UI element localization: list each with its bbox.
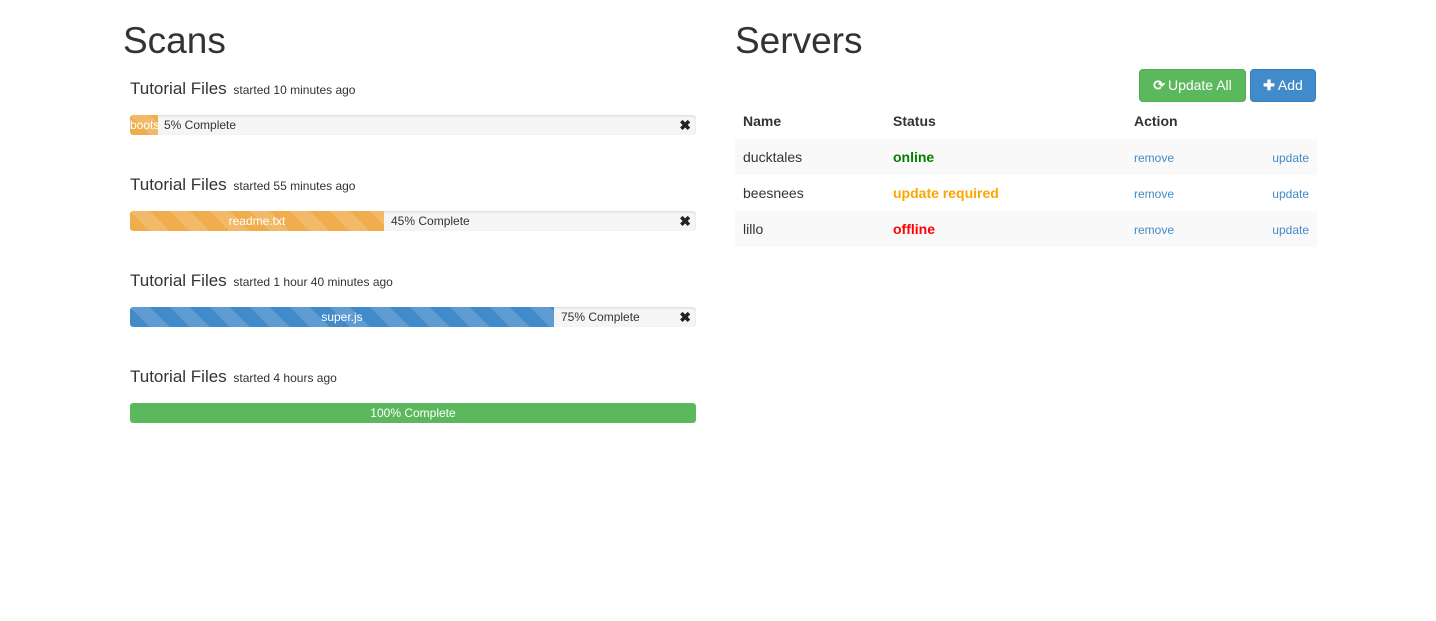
progress-fill: readme.txt — [130, 211, 384, 231]
plus-icon: ✚ — [1263, 77, 1275, 93]
table-row: lillo offline remove update — [735, 211, 1317, 247]
progress-text: 75% Complete — [561, 310, 640, 324]
close-icon[interactable]: ✖ — [679, 213, 691, 229]
scan-item: Tutorial Files started 1 hour 40 minutes… — [130, 271, 697, 327]
progress-text: 45% Complete — [391, 214, 470, 228]
scan-started: started 4 hours ago — [233, 371, 337, 385]
scan-name: Tutorial Files — [130, 271, 227, 290]
close-icon[interactable]: ✖ — [679, 117, 691, 133]
server-status: update required — [893, 185, 999, 201]
remove-link[interactable]: remove — [1134, 223, 1174, 237]
update-all-button[interactable]: ⟳ Update All — [1139, 69, 1246, 102]
action-column-header: Action — [1134, 113, 1178, 129]
scan-item: Tutorial Files started 10 minutes ago bo… — [130, 79, 697, 135]
progress-text: 100% Complete — [370, 406, 456, 420]
add-label: Add — [1277, 77, 1303, 93]
name-column-header: Name — [743, 113, 782, 129]
progress-fill: super.js — [130, 307, 554, 327]
table-row: ducktales online remove update — [735, 139, 1317, 175]
scan-started: started 10 minutes ago — [233, 83, 356, 97]
update-link[interactable]: update — [1272, 187, 1309, 201]
scan-title: Tutorial Files started 10 minutes ago — [130, 79, 697, 100]
server-status: offline — [893, 221, 935, 237]
scan-started: started 55 minutes ago — [233, 179, 356, 193]
scan-item: Tutorial Files started 55 minutes ago re… — [130, 175, 697, 231]
status-column-header: Status — [893, 113, 936, 129]
remove-link[interactable]: remove — [1134, 187, 1174, 201]
server-name: ducktales — [743, 149, 803, 165]
table-header-row: Name Status Action — [735, 103, 1317, 139]
progress-file: super.js — [321, 310, 363, 324]
remove-link[interactable]: remove — [1134, 151, 1174, 165]
scan-title: Tutorial Files started 55 minutes ago — [130, 175, 697, 196]
servers-table: Name Status Action ducktales online remo… — [735, 103, 1317, 247]
update-all-label: Update All — [1167, 77, 1232, 93]
scan-title: Tutorial Files started 1 hour 40 minutes… — [130, 271, 697, 292]
scan-progress-bar: super.js 75% Complete ✖ — [130, 307, 696, 327]
add-button[interactable]: ✚ Add — [1250, 69, 1316, 102]
scan-progress-bar: 100% Complete — [130, 403, 696, 423]
table-row: beesnees update required remove update — [735, 175, 1317, 211]
scan-progress-bar: boots 5% Complete ✖ — [130, 115, 696, 135]
scan-item: Tutorial Files started 4 hours ago 100% … — [130, 367, 697, 423]
update-link[interactable]: update — [1272, 151, 1309, 165]
progress-file: boots — [130, 118, 158, 132]
scan-title: Tutorial Files started 4 hours ago — [130, 367, 697, 388]
scan-progress-bar: readme.txt 45% Complete ✖ — [130, 211, 696, 231]
progress-fill: 100% Complete — [130, 403, 696, 423]
update-link[interactable]: update — [1272, 223, 1309, 237]
scan-name: Tutorial Files — [130, 367, 227, 386]
servers-heading: Servers — [735, 20, 863, 61]
progress-text: 5% Complete — [164, 118, 237, 132]
server-name: lillo — [743, 221, 764, 237]
progress-file: readme.txt — [228, 214, 286, 228]
scan-started: started 1 hour 40 minutes ago — [233, 275, 393, 289]
refresh-icon: ⟳ — [1153, 77, 1165, 93]
scan-name: Tutorial Files — [130, 79, 227, 98]
scan-name: Tutorial Files — [130, 175, 227, 194]
progress-fill: boots — [130, 115, 158, 135]
scans-heading: Scans — [123, 20, 226, 61]
server-name: beesnees — [743, 185, 804, 201]
close-icon[interactable]: ✖ — [679, 309, 691, 325]
server-status: online — [893, 149, 935, 165]
